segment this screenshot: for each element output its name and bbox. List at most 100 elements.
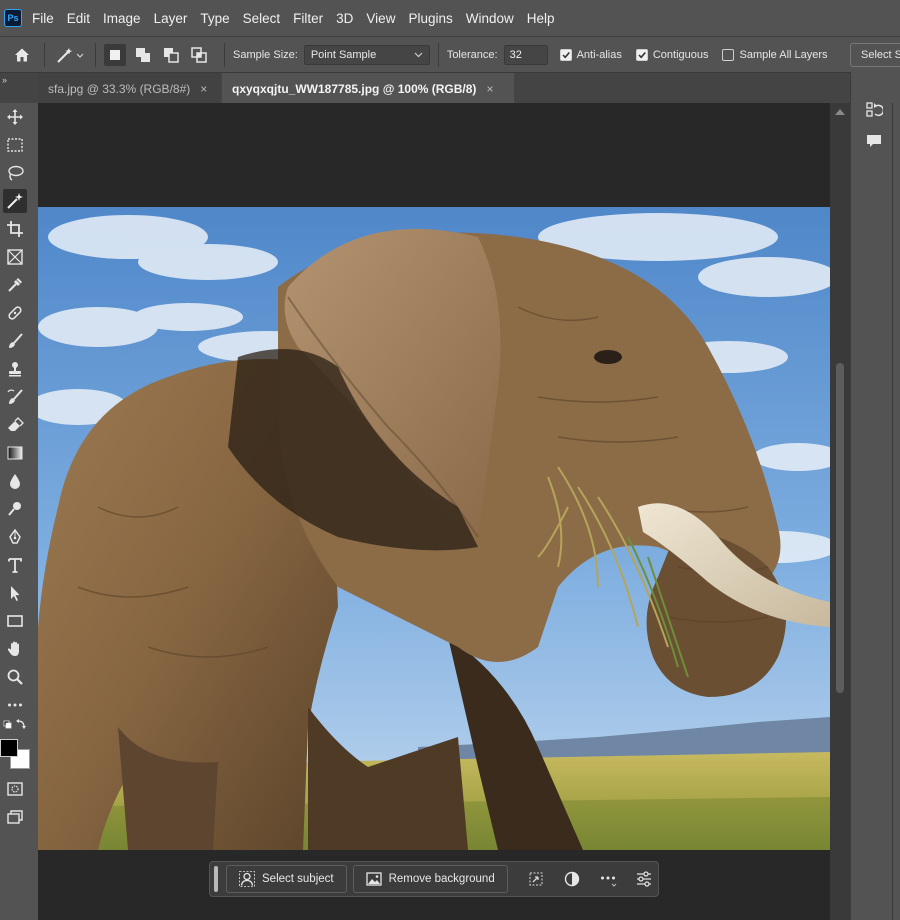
magic-wand-preset-picker[interactable] [53, 46, 87, 64]
drag-handle[interactable] [214, 866, 218, 892]
quick-mask-icon [7, 782, 23, 796]
menu-image[interactable]: Image [103, 11, 141, 26]
path-selection-tool[interactable] [3, 581, 27, 605]
more-tools-button[interactable] [3, 693, 27, 717]
menu-type[interactable]: Type [200, 11, 229, 26]
band-aid-icon [8, 306, 22, 320]
remove-background-button[interactable]: Remove background [352, 865, 508, 893]
hand-tool[interactable] [3, 637, 27, 661]
tab-label: qxyqxqjtu_WW187785.jpg @ 100% (RGB/8) [232, 81, 477, 96]
foreground-color-swatch[interactable] [0, 739, 18, 757]
checkbox-checked-icon [635, 48, 648, 61]
sample-all-layers-checkbox[interactable]: Sample All Layers [722, 48, 828, 61]
chevron-down-icon [414, 52, 423, 57]
eraser-icon [8, 417, 24, 431]
screen-mode[interactable] [3, 805, 27, 829]
type-tool[interactable] [3, 553, 27, 577]
menu-file[interactable]: File [32, 11, 54, 26]
menu-plugins[interactable]: Plugins [408, 11, 452, 26]
transform-selection-icon[interactable] [522, 865, 550, 893]
adjustment-layer-icon[interactable] [558, 865, 586, 893]
crop-icon [7, 221, 23, 237]
brush-tool[interactable] [3, 329, 27, 353]
magic-wand-icon [57, 47, 84, 63]
person-select-icon [239, 871, 255, 887]
tolerance-input[interactable]: 32 [503, 44, 548, 65]
checkbox-unchecked-icon [722, 48, 735, 61]
elephant-image [38, 207, 830, 850]
close-icon[interactable]: × [200, 82, 207, 96]
more-options-icon[interactable] [594, 865, 622, 893]
blur-tool[interactable] [3, 469, 27, 493]
lasso-tool[interactable] [3, 161, 27, 185]
taskbar-settings-icon[interactable] [630, 865, 658, 893]
options-bar: Sample Size: Point Sample Tolerance: 32 … [0, 36, 900, 72]
add-to-selection-mode[interactable] [132, 44, 154, 66]
ellipsis-icon [8, 703, 22, 707]
checkbox-checked-icon [559, 48, 572, 61]
move-tool[interactable] [3, 105, 27, 129]
menu-help[interactable]: Help [527, 11, 555, 26]
menu-3d[interactable]: 3D [336, 11, 353, 26]
eyedropper-icon [8, 278, 22, 292]
screen-mode-icon [7, 810, 23, 824]
healing-brush-tool[interactable] [3, 301, 27, 325]
new-selection-mode[interactable] [104, 43, 126, 66]
eraser-tool[interactable] [3, 413, 27, 437]
history-panel-icon[interactable] [864, 100, 884, 120]
scroll-up-icon[interactable] [835, 109, 845, 115]
home-icon[interactable] [8, 46, 36, 64]
rectangle-tool[interactable] [3, 609, 27, 633]
tab-sfa-document[interactable]: sfa.jpg @ 33.3% (RGB/8#) × [38, 73, 220, 104]
scrollbar-thumb[interactable] [836, 363, 844, 693]
history-brush-tool[interactable] [3, 385, 27, 409]
document-canvas-area[interactable] [38, 103, 830, 920]
anti-alias-label: Anti-alias [576, 48, 622, 61]
select-subject-label: Select subject [262, 873, 334, 885]
eyedropper-tool[interactable] [3, 273, 27, 297]
pen-tool[interactable] [3, 525, 27, 549]
blur-drop-icon [10, 474, 20, 489]
anti-alias-checkbox[interactable]: Anti-alias [559, 48, 622, 61]
menu-window[interactable]: Window [466, 11, 514, 26]
select-subject-button[interactable]: Select subject [226, 865, 347, 893]
subtract-from-selection-mode[interactable] [160, 44, 182, 66]
expand-panel-icon[interactable]: » [2, 75, 7, 85]
separator [44, 42, 45, 67]
vertical-scrollbar[interactable] [830, 103, 850, 920]
intersect-selection-mode[interactable] [188, 44, 210, 66]
magic-wand-icon [7, 193, 23, 209]
frame-tool[interactable] [3, 245, 27, 269]
tab-label: sfa.jpg @ 33.3% (RGB/8#) [48, 81, 191, 96]
comments-panel-icon[interactable] [864, 131, 884, 151]
menu-filter[interactable]: Filter [293, 11, 323, 26]
dodge-tool[interactable] [3, 497, 27, 521]
document-tab-bar: » sfa.jpg @ 33.3% (RGB/8#) × qxyqxqjtu_W… [0, 72, 900, 104]
zoom-icon [7, 669, 23, 685]
rectangular-marquee-icon [7, 138, 23, 152]
menu-layer[interactable]: Layer [154, 11, 188, 26]
magic-wand-tool[interactable] [3, 189, 27, 213]
zoom-tool[interactable] [3, 665, 27, 689]
collapsed-panels [853, 100, 893, 920]
quick-mask-mode[interactable] [3, 777, 27, 801]
gradient-tool[interactable] [3, 441, 27, 465]
contiguous-checkbox[interactable]: Contiguous [635, 48, 708, 61]
lasso-icon [8, 165, 24, 181]
select-subject-button[interactable]: Select S [850, 43, 900, 67]
sample-size-dropdown[interactable]: Point Sample [303, 44, 430, 65]
clone-stamp-tool[interactable] [3, 357, 27, 381]
menu-select[interactable]: Select [243, 11, 281, 26]
tab-elephant-document[interactable]: qxyqxqjtu_WW187785.jpg @ 100% (RGB/8) × [222, 73, 514, 104]
frame-icon [7, 249, 23, 265]
contextual-task-bar: Select subject Remove background [209, 861, 659, 897]
default-colors-swap[interactable] [3, 717, 27, 733]
menu-edit[interactable]: Edit [67, 11, 90, 26]
close-icon[interactable]: × [486, 82, 493, 96]
tolerance-label: Tolerance: [446, 48, 498, 61]
crop-tool[interactable] [3, 217, 27, 241]
marquee-tool[interactable] [3, 133, 27, 157]
brush-icon [9, 333, 23, 348]
elephant-photo[interactable] [38, 207, 830, 850]
menu-view[interactable]: View [366, 11, 395, 26]
